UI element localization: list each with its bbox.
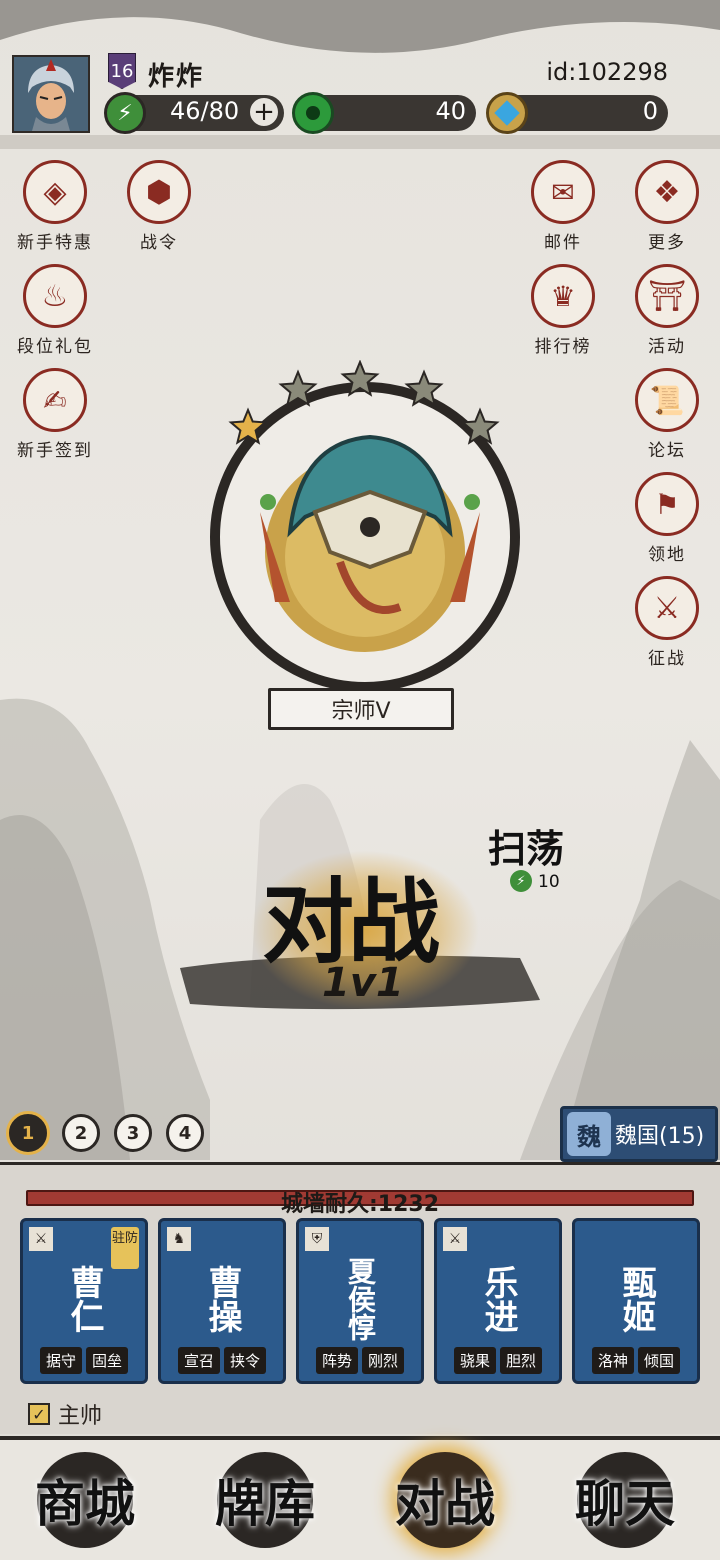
sweep-button[interactable]: 扫荡 — [488, 818, 564, 873]
rank-name-plate: 宗师V — [268, 688, 454, 730]
faction-selector[interactable]: 魏 魏国(15) — [560, 1106, 718, 1162]
star-empty-icon — [460, 407, 500, 445]
skill-tag: 刚烈 — [362, 1347, 405, 1374]
energy-value: 46/80 — [170, 97, 240, 125]
warrior-portrait-icon — [14, 57, 88, 131]
skill-tag: 胆烈 — [500, 1347, 543, 1374]
campaign-icon: ⚔ — [635, 576, 699, 640]
menu-label: 领地 — [648, 545, 686, 565]
player-id: id:102298 — [546, 58, 668, 86]
money-bag-icon: ◈ — [23, 160, 87, 224]
nav-shop[interactable]: 商城 — [0, 1452, 170, 1548]
star-filled-icon — [228, 407, 268, 445]
battle-slot-3-icon[interactable]: 3 — [114, 1114, 152, 1152]
sweep-label: 扫荡 — [488, 826, 565, 871]
nav-label: 商城 — [35, 1474, 135, 1533]
menu-label: 新手特惠 — [17, 233, 93, 253]
checkmark-icon[interactable]: ✓ — [28, 1403, 50, 1425]
faction-char: 魏 — [567, 1112, 611, 1156]
nav-label: 牌库 — [215, 1474, 315, 1533]
menu-label: 段位礼包 — [17, 337, 93, 357]
hero-name: 乐进 — [478, 1265, 518, 1333]
skill-tag: 固垒 — [86, 1347, 129, 1374]
menu-label: 活动 — [648, 337, 686, 357]
nav-label: 聊天 — [575, 1474, 675, 1533]
menu-more[interactable]: ❖ 更多 — [612, 160, 720, 253]
skill-tag: 宣召 — [177, 1347, 220, 1374]
hero-name: 曹操 — [202, 1265, 242, 1333]
battle-pass-icon: ⬢ — [127, 160, 191, 224]
add-energy-button[interactable]: + — [248, 96, 280, 128]
menu-forum[interactable]: 📜 论坛 — [612, 368, 720, 461]
skill-tag: 阵势 — [315, 1347, 358, 1374]
menu-mail[interactable]: ✉ 邮件 — [508, 160, 618, 253]
energy-icon: ⚡ — [510, 870, 532, 892]
star-empty-icon — [404, 369, 444, 407]
battle-slot-1-icon[interactable]: 1 — [6, 1111, 50, 1155]
menu-label: 征战 — [648, 649, 686, 669]
rank-gift-icon: ♨ — [23, 264, 87, 328]
menu-label: 论坛 — [648, 441, 686, 461]
faction-label: 魏国(15) — [615, 1124, 705, 1149]
menu-sign-in[interactable]: ✍ 新手签到 — [0, 368, 110, 461]
commander-label: 主帅 — [58, 1404, 103, 1429]
sign-in-icon: ✍ — [23, 368, 87, 432]
menu-label: 更多 — [648, 233, 686, 253]
star-empty-icon — [278, 369, 318, 407]
skill-tag: 挟令 — [224, 1347, 267, 1374]
energy-icon: ⚡ — [104, 92, 146, 134]
battle-slot-4-icon[interactable]: 4 — [166, 1114, 204, 1152]
jade-value: 40 — [435, 97, 466, 125]
player-name: 炸炸 — [148, 62, 205, 92]
battle-mode: 1v1 — [322, 960, 404, 1006]
menu-rank-gift[interactable]: ♨ 段位礼包 — [0, 264, 110, 357]
skill-tag: 洛神 — [591, 1347, 634, 1374]
skill-tag: 倾国 — [638, 1347, 681, 1374]
hero-name: 夏侯惇 — [344, 1257, 377, 1341]
hero-card[interactable]: ♞ 曹操 宣召 挟令 — [158, 1218, 286, 1384]
mail-icon: ✉ — [531, 160, 595, 224]
menu-territory[interactable]: ⚑ 领地 — [612, 472, 720, 565]
wall-durability-label: 城墙耐久:1232 — [280, 1192, 440, 1217]
hero-card[interactable]: ⚔ 乐进 骁果 胆烈 — [434, 1218, 562, 1384]
forum-icon: 📜 — [635, 368, 699, 432]
commander-toggle[interactable]: ✓ 主帅 — [28, 1398, 102, 1430]
menu-label: 新手签到 — [17, 441, 93, 461]
battle-slot-2-icon[interactable]: 2 — [62, 1114, 100, 1152]
leaderboard-icon: ♛ — [531, 264, 595, 328]
nav-label: 对战 — [395, 1474, 495, 1533]
menu-label: 战令 — [140, 233, 178, 253]
nav-battle[interactable]: 对战 — [360, 1452, 530, 1548]
menu-newbie-offer[interactable]: ◈ 新手特惠 — [0, 160, 110, 253]
menu-label: 邮件 — [544, 233, 582, 253]
menu-leaderboard[interactable]: ♛ 排行榜 — [508, 264, 618, 357]
gem-icon — [486, 92, 528, 134]
gem-value: 0 — [642, 97, 658, 125]
rank-stars — [228, 360, 500, 445]
sweep-cost: 10 — [538, 872, 560, 892]
menu-event[interactable]: ⛩ 活动 — [612, 264, 720, 357]
hero-card[interactable]: 甄姬 洛神 倾国 — [572, 1218, 700, 1384]
skill-tag: 据守 — [39, 1347, 82, 1374]
nav-card-library[interactable]: 牌库 — [180, 1452, 350, 1548]
hero-name: 曹仁 — [64, 1265, 104, 1333]
hero-card[interactable]: ⚔ 驻防 曹仁 据守 固垒 — [20, 1218, 148, 1384]
star-empty-icon — [340, 360, 380, 397]
player-avatar[interactable] — [12, 55, 90, 133]
level-badge: 16 — [108, 53, 136, 89]
menu-label: 排行榜 — [534, 337, 592, 357]
skill-tag: 骁果 — [453, 1347, 496, 1374]
territory-icon: ⚑ — [635, 472, 699, 536]
more-icon: ❖ — [635, 160, 699, 224]
hero-name: 甄姬 — [616, 1265, 656, 1333]
jade-coin-icon — [292, 92, 334, 134]
nav-chat[interactable]: 聊天 — [540, 1452, 710, 1548]
menu-battle-pass[interactable]: ⬢ 战令 — [104, 160, 214, 253]
hero-card[interactable]: ⛨ 夏侯惇 阵势 刚烈 — [296, 1218, 424, 1384]
menu-campaign[interactable]: ⚔ 征战 — [612, 576, 720, 669]
event-icon: ⛩ — [635, 264, 699, 328]
